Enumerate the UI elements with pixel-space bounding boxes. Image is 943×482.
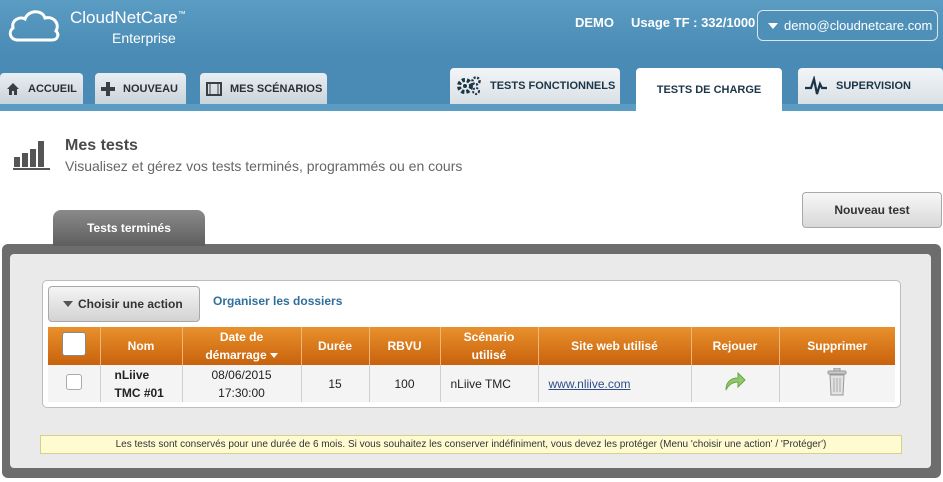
delete-cell [779,365,895,402]
tab-label: TESTS FONCTIONNELS [490,80,616,92]
user-menu-button[interactable]: demo@cloudnetcare.com [757,10,938,41]
test-rbvu: 100 [369,365,441,402]
usage-counter: Usage TF : 332/1000 [631,15,756,30]
cloud-logo-icon [8,10,60,42]
organize-folders-link[interactable]: Organiser les dossiers [213,294,342,308]
retention-notice: Les tests sont conservés pour une durée … [40,435,902,454]
gears-icon [457,76,481,95]
user-email: demo@cloudnetcare.com [784,18,933,33]
replay-arrow-icon[interactable] [724,371,746,392]
app-header: CloudNetCare™ Enterprise DEMO Usage TF :… [0,0,943,54]
row-select-cell [48,365,101,402]
header-supprimer: Supprimer [779,327,895,365]
header-scenario[interactable]: Scénario utilisé [440,327,539,365]
test-scenario: nLiive TMC [440,365,539,402]
home-icon [7,82,19,95]
caret-down-icon [63,301,73,307]
film-icon [206,81,222,96]
header-rbvu[interactable]: RBVU [369,327,441,365]
tab-nouveau[interactable]: NOUVEAU [95,73,186,104]
plus-icon [101,81,115,96]
brand-name: CloudNetCare™ [70,8,186,27]
tab-tests-fonctionnels[interactable]: TESTS FONCTIONNELS [450,68,620,104]
account-name: DEMO [575,15,614,30]
tab-label: ACCUEIL [28,82,77,95]
caret-down-icon [768,22,778,29]
bar-chart-icon [13,141,50,170]
header-duree[interactable]: Durée [301,327,370,365]
header-nom[interactable]: Nom [100,327,183,365]
tab-label: SUPERVISION [836,80,911,92]
page-subtitle: Visualisez et gérez vos tests terminés, … [65,158,463,174]
tab-label: NOUVEAU [123,82,179,95]
test-start-date: 08/06/2015 17:30:00 [182,365,302,402]
test-duration: 15 [301,365,370,402]
tab-tests-de-charge[interactable]: TESTS DE CHARGE [636,68,782,111]
row-checkbox[interactable] [65,374,82,390]
tab-label: TESTS DE CHARGE [656,83,762,96]
tests-table: Nom Date de démarrage Durée RBVU Scénari… [48,327,895,402]
header-site: Site web utilisé [538,327,692,365]
tab-tests-termines[interactable]: Tests terminés [53,210,205,246]
header-rejouer: Rejouer [691,327,780,365]
new-test-button[interactable]: Nouveau test [802,192,942,228]
test-site-cell: www.nliive.com [538,365,692,402]
tab-supervision[interactable]: SUPERVISION [798,68,943,104]
replay-cell [691,365,780,402]
select-all-checkbox[interactable] [61,331,86,356]
brand-edition: Enterprise [112,30,176,46]
header-select-all [48,327,101,365]
sort-desc-icon [269,353,278,359]
header-date[interactable]: Date de démarrage [182,327,302,365]
page-title: Mes tests [65,137,138,154]
test-site-link[interactable]: www.nliive.com [549,377,631,391]
trash-icon[interactable] [826,367,848,396]
pulse-icon [805,76,827,95]
test-name: nLiive TMC #01 [100,365,183,402]
tab-label: MES SCÉNARIOS [230,82,323,95]
tab-accueil[interactable]: ACCUEIL [0,73,83,104]
table-header-row: Nom Date de démarrage Durée RBVU Scénari… [48,327,895,365]
table-row: nLiive TMC #01 08/06/2015 17:30:00 15 10… [48,365,895,402]
nav-strip [0,104,943,111]
tab-mes-scenarios[interactable]: MES SCÉNARIOS [200,73,327,104]
choose-action-button[interactable]: Choisir une action [48,286,200,322]
choose-action-label: Choisir une action [78,297,183,311]
